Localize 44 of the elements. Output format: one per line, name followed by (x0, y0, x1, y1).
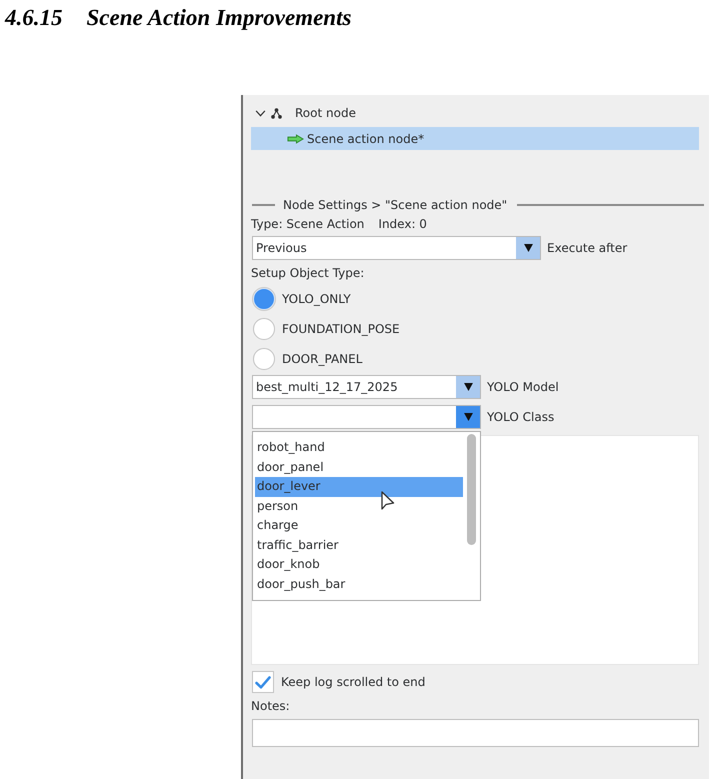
hierarchy-icon (271, 108, 282, 118)
tree-item[interactable]: Scene action node* (251, 127, 699, 150)
dropdown-option[interactable]: door_panel (255, 458, 464, 477)
setup-object-type-label: Setup Object Type: (251, 266, 364, 280)
field-label: Execute after (547, 241, 628, 255)
mouse-pointer-icon (381, 491, 395, 511)
execute-after-dropdown[interactable]: Previous (252, 236, 541, 260)
dropdown-option[interactable]: charge (255, 516, 464, 536)
dropdown-arrow-button[interactable] (456, 406, 480, 428)
arrow-right-icon (287, 134, 304, 144)
dropdown-option[interactable]: door_knob (255, 555, 464, 574)
radio-label[interactable]: DOOR_PANEL (282, 352, 362, 366)
caret-down-icon (464, 413, 472, 421)
dropdown-option[interactable]: door_lever (255, 477, 464, 496)
notes-label: Notes: (251, 699, 290, 713)
index-label: Index: 0 (378, 217, 427, 231)
section-title: Node Settings > "Scene action node" (283, 198, 508, 212)
dropdown-option[interactable]: traffic_barrier (255, 536, 464, 555)
type-label: Type: Scene Action (251, 217, 364, 231)
tree-item[interactable]: Root node (295, 106, 356, 120)
caret-down-icon (524, 244, 532, 252)
chevron-icon[interactable] (255, 110, 266, 116)
notes-field[interactable] (252, 719, 699, 747)
yolo-model-dropdown[interactable]: best_multi_12_17_2025 (252, 375, 481, 399)
radio-label[interactable]: FOUNDATION_POSE (282, 322, 400, 336)
section-number: 4.6.15 (5, 5, 62, 31)
caret-down-icon (464, 383, 472, 391)
dropdown-option[interactable]: robot_hand (255, 438, 464, 458)
field-label: YOLO Class (487, 410, 554, 424)
dropdown-arrow-button[interactable] (456, 376, 480, 398)
radio-button[interactable] (253, 348, 275, 370)
yolo-class-dropdown[interactable] (252, 405, 481, 429)
dropdown-option[interactable]: person (255, 496, 464, 516)
section-heading: Scene Action Improvements (86, 5, 352, 31)
dropdown-option[interactable]: door_push_bar (255, 574, 464, 594)
checkbox-label[interactable]: Keep log scrolled to end (281, 675, 426, 689)
radio-button[interactable] (253, 288, 275, 310)
radio-label[interactable]: YOLO_ONLY (282, 292, 351, 306)
scrollbar[interactable] (466, 434, 476, 545)
dropdown-arrow-button[interactable] (516, 237, 540, 259)
checkbox[interactable] (252, 671, 274, 693)
checkmark-icon (255, 676, 271, 688)
radio-button[interactable] (253, 318, 275, 340)
field-label: YOLO Model (487, 380, 559, 394)
